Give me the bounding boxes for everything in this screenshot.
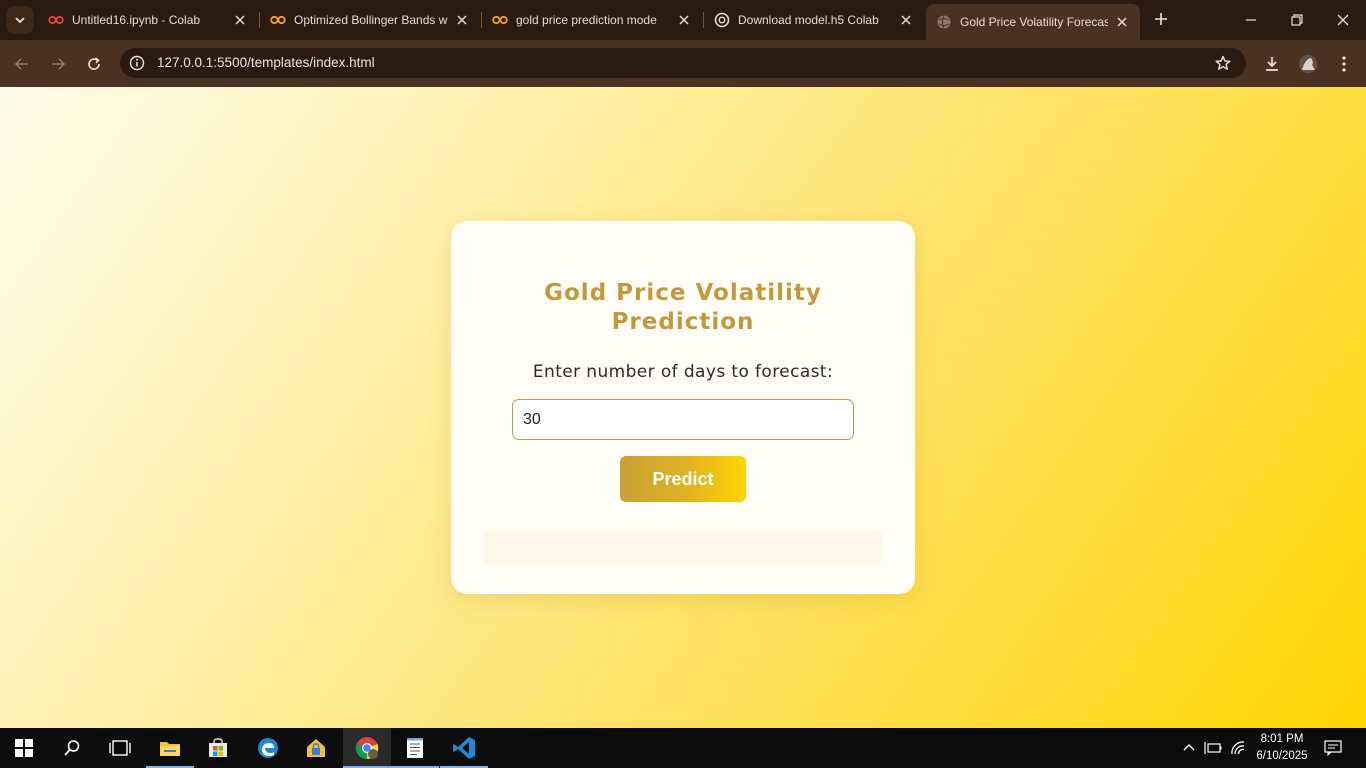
wifi-tray-button[interactable] (1228, 738, 1248, 758)
reload-icon (88, 57, 100, 70)
edge-button[interactable] (244, 728, 292, 768)
browser-menu-button[interactable] (1332, 52, 1356, 76)
store-icon (209, 738, 227, 757)
profile-avatar[interactable] (1296, 52, 1320, 76)
vscode-icon (453, 737, 475, 759)
wifi-icon (1231, 741, 1245, 755)
browser-tab-4[interactable]: Download model.h5 Colab (704, 4, 924, 36)
arrow-left-icon (14, 58, 28, 70)
url-text: 127.0.0.1:5500/templates/index.html (157, 55, 375, 70)
windows-logo-icon (15, 739, 33, 757)
minimize-icon (1246, 19, 1256, 21)
close-icon[interactable] (676, 12, 692, 28)
browser-toolbar: 127.0.0.1:5500/templates/index.html (0, 40, 1366, 87)
notification-icon (1324, 740, 1342, 756)
edge-icon (258, 738, 278, 758)
tab-title: Untitled16.ipynb - Colab (72, 13, 201, 27)
folder-icon (160, 742, 180, 756)
globe-icon (936, 14, 952, 30)
browser-tab-1[interactable]: Untitled16.ipynb - Colab (38, 4, 258, 36)
address-bar[interactable]: 127.0.0.1:5500/templates/index.html (120, 48, 1246, 78)
taskbar-search-button[interactable] (48, 728, 96, 768)
search-icon (64, 740, 80, 756)
battery-tray-button[interactable] (1203, 738, 1223, 758)
notification-center-button[interactable] (1323, 738, 1343, 758)
more-vertical-icon (1342, 56, 1346, 72)
back-button[interactable] (8, 50, 36, 78)
browser-tab-3[interactable]: gold price prediction mode (482, 4, 702, 36)
forward-button[interactable] (44, 50, 72, 78)
page-viewport: Gold Price Volatility Prediction Enter n… (0, 87, 1366, 728)
colab-icon (48, 12, 64, 28)
start-button[interactable] (0, 728, 48, 768)
battery-icon (1204, 742, 1222, 754)
close-icon[interactable] (898, 12, 914, 28)
site-info-icon[interactable] (128, 54, 146, 72)
tab-search-button[interactable] (6, 6, 34, 34)
task-view-icon (109, 740, 131, 756)
close-window-button[interactable] (1320, 0, 1366, 40)
plus-icon (1155, 13, 1167, 25)
tab-title: Gold Price Volatility Forecast (960, 15, 1108, 29)
browser-tab-2[interactable]: Optimized Bollinger Bands w (260, 4, 480, 36)
page-title: Gold Price Volatility Prediction (451, 279, 915, 337)
security-app-button[interactable] (292, 728, 340, 768)
restore-icon (1291, 14, 1303, 26)
minimize-button[interactable] (1228, 0, 1274, 40)
openai-icon (714, 12, 730, 28)
page-title-line-1: Gold Price Volatility (544, 280, 822, 306)
notepad-button[interactable] (391, 728, 439, 768)
task-view-button[interactable] (96, 728, 144, 768)
tab-title: Download model.h5 Colab (738, 13, 879, 27)
bookmark-star-icon[interactable] (1214, 54, 1232, 72)
tab-title: gold price prediction mode (516, 13, 657, 27)
download-icon (1266, 57, 1278, 71)
close-icon (1337, 14, 1349, 26)
avatar-icon (1299, 55, 1317, 73)
downloads-button[interactable] (1260, 52, 1284, 76)
chrome-icon (355, 737, 379, 760)
windows-taskbar: 8:01 PM 6/10/2025 (0, 728, 1366, 768)
new-tab-button[interactable] (1150, 8, 1172, 30)
result-area (483, 529, 883, 565)
file-explorer-button[interactable] (146, 728, 194, 768)
close-icon[interactable] (1114, 14, 1130, 30)
chevron-up-icon (1183, 744, 1195, 751)
days-input[interactable] (512, 399, 854, 440)
arrow-right-icon (52, 58, 66, 70)
restore-button[interactable] (1274, 0, 1320, 40)
notepad-icon (407, 738, 423, 758)
browser-tab-5-active[interactable]: Gold Price Volatility Forecast (926, 4, 1140, 40)
reload-button[interactable] (80, 50, 108, 78)
tab-title: Optimized Bollinger Bands w (294, 13, 448, 27)
vscode-button[interactable] (440, 728, 488, 768)
tray-overflow-button[interactable] (1179, 738, 1199, 758)
forecast-card: Gold Price Volatility Prediction Enter n… (451, 221, 915, 594)
colab-icon (492, 12, 508, 28)
browser-tab-strip: Untitled16.ipynb - Colab Optimized Bolli… (0, 0, 1366, 40)
close-icon[interactable] (232, 12, 248, 28)
days-label: Enter number of days to forecast: (532, 362, 834, 382)
lock-house-icon (307, 739, 325, 757)
taskbar-clock[interactable]: 8:01 PM 6/10/2025 (1255, 731, 1309, 765)
close-icon[interactable] (454, 12, 470, 28)
chevron-down-icon (15, 17, 25, 24)
chrome-button[interactable] (343, 728, 391, 768)
clock-date: 6/10/2025 (1256, 750, 1308, 762)
colab-icon (270, 12, 286, 28)
microsoft-store-button[interactable] (194, 728, 242, 768)
predict-button[interactable]: Predict (620, 456, 746, 502)
clock-time: 8:01 PM (1260, 733, 1304, 745)
page-title-line-2: Prediction (611, 309, 755, 335)
